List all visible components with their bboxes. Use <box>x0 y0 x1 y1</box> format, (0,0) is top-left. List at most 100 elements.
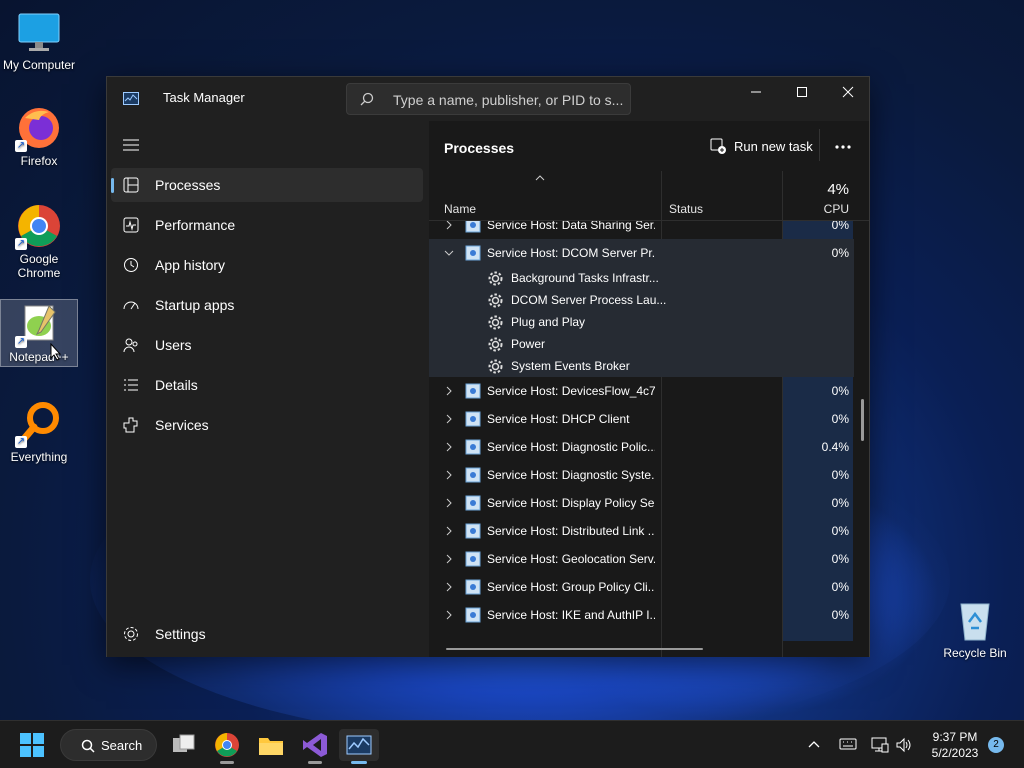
sidebar-item-details[interactable]: Details <box>111 368 423 402</box>
notification-badge[interactable]: 2 <box>988 737 1004 753</box>
close-button[interactable] <box>825 77 871 107</box>
desktop-icon-everything[interactable]: ↗ Everything <box>0 400 78 464</box>
chevron-right-icon[interactable] <box>446 526 452 536</box>
sidebar-item-processes[interactable]: Processes <box>111 168 423 202</box>
hamburger-menu-icon[interactable] <box>123 139 139 151</box>
process-cpu: 0% <box>831 580 849 594</box>
process-cpu: 0% <box>831 496 849 510</box>
chevron-right-icon[interactable] <box>446 554 452 564</box>
running-indicator <box>220 761 234 764</box>
desktop-icon-label: Notepad++ <box>9 350 69 364</box>
chevron-down-icon[interactable] <box>444 250 454 256</box>
table-row[interactable]: Service Host: DevicesFlow_4c7... 0% <box>429 377 854 405</box>
chevron-right-icon[interactable] <box>446 582 452 592</box>
process-cpu: 0% <box>831 552 849 566</box>
title-bar[interactable]: Task Manager Type a name, publisher, or … <box>107 77 869 121</box>
sidebar-item-services[interactable]: Services <box>111 408 423 442</box>
clock[interactable]: 9:37 PM 5/2/2023 <box>920 729 990 761</box>
desktop-icon-chrome[interactable]: ↗ Google Chrome <box>0 202 78 280</box>
settings-gear-icon <box>124 627 138 641</box>
column-header-name[interactable]: Name <box>444 202 476 216</box>
table-row[interactable]: Service Host: DHCP Client 0% <box>429 405 854 433</box>
clock-time: 9:37 PM <box>932 730 978 744</box>
minimize-icon <box>751 91 761 93</box>
desktop-icon-recycle-bin[interactable]: Recycle Bin <box>936 596 1014 660</box>
chevron-right-icon[interactable] <box>446 414 452 424</box>
chevron-up-icon[interactable] <box>808 740 820 748</box>
table-row[interactable]: Service Host: Display Policy Se... 0% <box>429 489 854 517</box>
window-title: Task Manager <box>163 90 245 105</box>
chevron-right-icon[interactable] <box>446 498 452 508</box>
taskbar-file-explorer[interactable] <box>255 729 287 761</box>
gear-icon <box>488 359 503 374</box>
service-child-item[interactable]: Power <box>429 333 854 355</box>
visual-studio-icon <box>303 733 327 757</box>
service-child-item[interactable]: Plug and Play <box>429 311 854 333</box>
horizontal-scrollbar[interactable] <box>446 648 703 650</box>
service-name: Plug and Play <box>511 315 586 329</box>
table-row[interactable]: Service Host: Geolocation Serv... 0% <box>429 545 854 573</box>
process-name: Service Host: DHCP Client <box>487 412 630 426</box>
windows-logo-icon <box>20 733 44 757</box>
taskbar-visual-studio[interactable] <box>299 729 331 761</box>
start-button[interactable] <box>16 729 48 761</box>
table-row[interactable]: Service Host: Diagnostic Syste... 0% <box>429 461 854 489</box>
column-header-cpu[interactable]: CPU <box>824 202 849 216</box>
table-row-expanded[interactable]: Service Host: DCOM Server Pr... 0% <box>429 239 854 267</box>
more-options-icon[interactable] <box>835 145 851 149</box>
search-box[interactable]: Type a name, publisher, or PID to s... <box>346 83 631 115</box>
service-host-icon <box>465 411 481 427</box>
maximize-button[interactable] <box>779 77 825 107</box>
gear-icon <box>488 293 503 308</box>
taskbar-search[interactable]: Search <box>60 729 157 761</box>
sidebar-item-startup-apps[interactable]: Startup apps <box>111 288 423 322</box>
sidebar-item-app-history[interactable]: App history <box>111 248 423 282</box>
mouse-cursor-icon <box>50 343 62 361</box>
table-row[interactable]: Service Host: Data Sharing Ser... 0% <box>429 221 854 239</box>
chrome-icon <box>215 733 239 757</box>
desktop-icon-firefox[interactable]: ↗ Firefox <box>0 104 78 168</box>
gear-icon <box>488 315 503 330</box>
table-row[interactable]: Service Host: Diagnostic Polic... 0.4% <box>429 433 854 461</box>
shortcut-arrow-icon: ↗ <box>15 336 27 348</box>
sidebar-item-users[interactable]: Users <box>111 328 423 362</box>
service-host-icon <box>465 607 481 623</box>
service-child-item[interactable]: Background Tasks Infrastr... <box>429 267 854 289</box>
taskbar-search-label: Search <box>101 738 143 753</box>
service-host-icon <box>465 523 481 539</box>
table-row[interactable]: Service Host: IKE and AuthIP I... 0% <box>429 601 854 629</box>
desktop-icon-my-computer[interactable]: My Computer <box>0 8 78 72</box>
process-name: Service Host: DCOM Server Pr... <box>487 246 655 260</box>
minimize-button[interactable] <box>733 77 779 107</box>
taskbar-task-manager[interactable] <box>339 729 379 761</box>
vertical-scrollbar[interactable] <box>861 399 864 441</box>
volume-icon[interactable] <box>895 737 913 753</box>
service-child-item[interactable]: System Events Broker <box>429 355 854 377</box>
table-row[interactable]: Service Host: Group Policy Cli... 0% <box>429 573 854 601</box>
task-manager-app-icon <box>123 92 139 105</box>
service-host-icon <box>465 551 481 567</box>
chevron-right-icon[interactable] <box>446 442 452 452</box>
chevron-right-icon[interactable] <box>446 221 452 230</box>
keyboard-icon[interactable] <box>839 737 857 751</box>
sidebar-item-settings[interactable]: Settings <box>111 617 423 651</box>
services-icon <box>123 417 138 433</box>
process-cpu: 0% <box>831 468 849 482</box>
sidebar-item-performance[interactable]: Performance <box>111 208 423 242</box>
service-child-item[interactable]: DCOM Server Process Lau... <box>429 289 854 311</box>
task-manager-window: Task Manager Type a name, publisher, or … <box>106 76 870 657</box>
chevron-right-icon[interactable] <box>446 610 452 620</box>
process-cpu: 0% <box>831 221 849 232</box>
sidebar-item-label: App history <box>155 257 226 273</box>
taskbar-chrome[interactable] <box>211 729 243 761</box>
monitor-icon <box>15 8 63 56</box>
column-header-status[interactable]: Status <box>669 202 703 216</box>
desktop-icon-notepadpp[interactable]: ↗ Notepad++ <box>0 299 78 367</box>
chrome-icon: ↗ <box>15 202 63 250</box>
table-row[interactable]: Service Host: Distributed Link ... 0% <box>429 517 854 545</box>
network-icon[interactable] <box>871 737 889 753</box>
chevron-right-icon[interactable] <box>446 386 452 396</box>
chevron-right-icon[interactable] <box>446 470 452 480</box>
close-icon <box>842 86 854 98</box>
task-view-button[interactable] <box>168 729 200 761</box>
